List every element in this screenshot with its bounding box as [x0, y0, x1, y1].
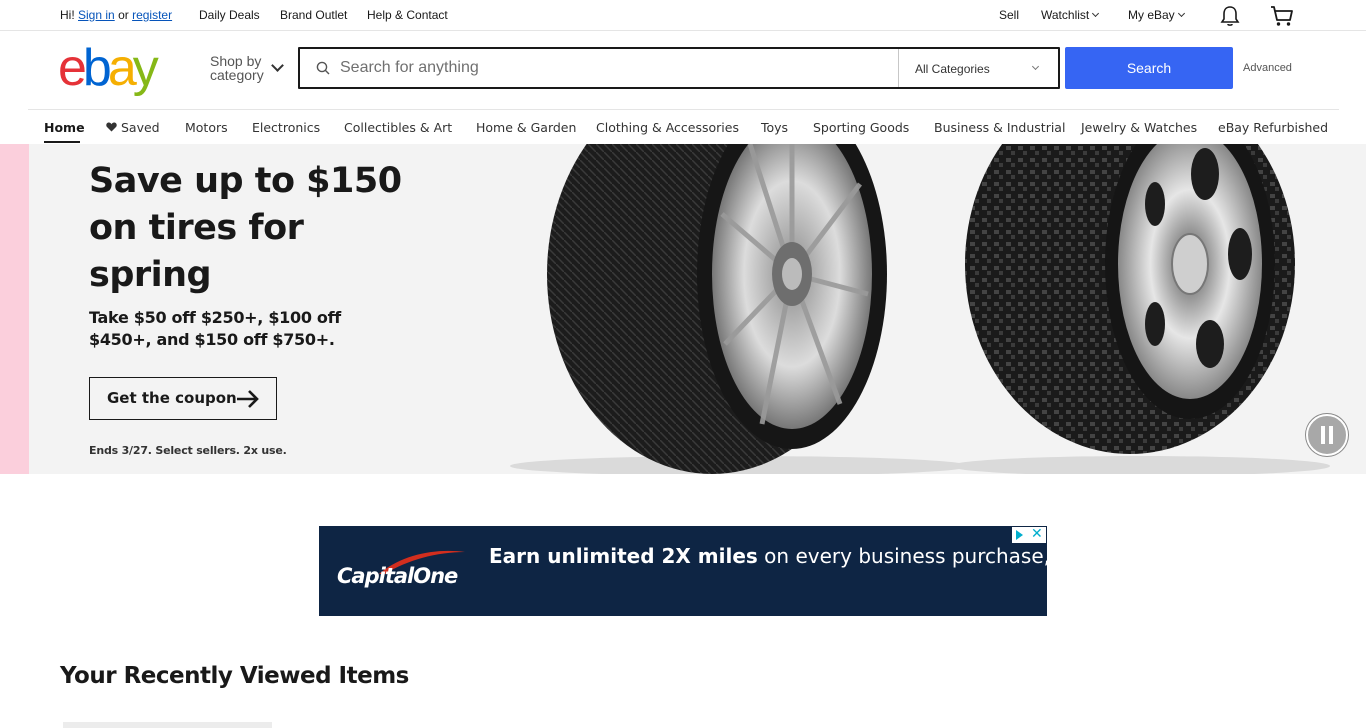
- sell-link[interactable]: Sell: [999, 8, 1019, 22]
- my-ebay-menu[interactable]: My eBay: [1128, 8, 1185, 22]
- nav-item-toys[interactable]: Toys: [761, 120, 788, 135]
- hero-subtitle: Take $50 off $250+, $100 off $450+, and …: [89, 308, 341, 349]
- register-link[interactable]: register: [132, 8, 172, 22]
- nav-item-home-garden[interactable]: Home & Garden: [476, 120, 576, 135]
- adchoices-icon: [1016, 530, 1023, 540]
- close-ad-icon[interactable]: ✕: [1031, 526, 1043, 542]
- nav-item-business-industrial[interactable]: Business & Industrial: [934, 120, 1065, 135]
- logo-letter-b: b: [82, 39, 112, 97]
- search-box: All Categories: [298, 47, 1060, 89]
- get-coupon-label: Get the coupon: [107, 389, 237, 407]
- watchlist-menu[interactable]: Watchlist: [1041, 8, 1100, 22]
- get-coupon-button[interactable]: Get the coupon: [89, 377, 277, 420]
- nav-item-saved[interactable]: Saved: [106, 120, 160, 135]
- heart-icon: [106, 122, 117, 132]
- pause-carousel-button[interactable]: [1306, 414, 1348, 456]
- category-nav: Home Saved Motors Electronics Collectibl…: [28, 109, 1339, 144]
- previous-slide-edge: [0, 144, 29, 474]
- brand-outlet-link[interactable]: Brand Outlet: [280, 8, 347, 22]
- hero-banner[interactable]: Save up to $150 on tires for spring Take…: [0, 144, 1366, 474]
- ad-message: Earn unlimited 2X miles on every busines…: [489, 544, 1047, 568]
- logo-letter-y: y: [132, 39, 159, 97]
- nav-item-sporting-goods[interactable]: Sporting Goods: [813, 120, 909, 135]
- nav-item-electronics[interactable]: Electronics: [252, 120, 320, 135]
- sign-in-link[interactable]: Sign in: [78, 8, 115, 22]
- chevron-down-icon: [271, 59, 284, 72]
- chevron-down-icon: [1031, 62, 1040, 71]
- search-icon: [316, 61, 330, 75]
- cart-icon[interactable]: [1270, 5, 1294, 27]
- help-contact-link[interactable]: Help & Contact: [367, 8, 448, 22]
- capital-one-brand: CapitalOne: [337, 564, 458, 588]
- shop-by-label: Shop by: [210, 53, 262, 69]
- nav-item-jewelry-watches[interactable]: Jewelry & Watches: [1081, 120, 1197, 135]
- or-text: or: [118, 8, 129, 22]
- ad-message-bold: Earn unlimited 2X miles: [489, 544, 758, 568]
- capital-one-ad[interactable]: CapitalOne Earn unlimited 2X miles on ev…: [319, 526, 1047, 616]
- logo-letter-e: e: [58, 39, 87, 97]
- nav-item-clothing[interactable]: Clothing & Accessories: [596, 120, 739, 135]
- advanced-search-link[interactable]: Advanced: [1243, 62, 1292, 74]
- adchoices-badge[interactable]: ✕: [1012, 526, 1046, 543]
- top-bar: Hi! Sign in or register Daily Deals Bran…: [0, 0, 1366, 31]
- category-select-value: All Categories: [915, 62, 990, 76]
- nav-item-collectibles[interactable]: Collectibles & Art: [344, 120, 452, 135]
- daily-deals-link[interactable]: Daily Deals: [199, 8, 260, 22]
- category-label: category: [210, 67, 264, 83]
- recently-viewed-heading: Your Recently Viewed Items: [60, 663, 409, 689]
- nav-item-motors[interactable]: Motors: [185, 120, 228, 135]
- bell-icon[interactable]: [1220, 5, 1240, 27]
- chevron-down-icon: [1177, 9, 1185, 18]
- search-input[interactable]: [340, 49, 895, 87]
- my-ebay-label: My eBay: [1128, 8, 1175, 22]
- greeting-area: Hi! Sign in or register: [60, 8, 172, 22]
- nav-item-ebay-refurbished[interactable]: eBay Refurbished: [1218, 120, 1328, 135]
- watchlist-label: Watchlist: [1041, 8, 1090, 22]
- search-button[interactable]: Search: [1065, 47, 1233, 89]
- hero-fine-print: Ends 3/27. Select sellers. 2x use.: [89, 444, 287, 457]
- shop-by-category-button[interactable]: Shop by category: [210, 54, 264, 82]
- logo-letter-a: a: [107, 39, 137, 97]
- active-tab-indicator: [44, 141, 80, 143]
- ad-message-rest: on every business purchase,: [757, 544, 1047, 568]
- nav-item-saved-label: Saved: [121, 120, 160, 135]
- recent-item-card[interactable]: [63, 722, 272, 728]
- hero-title: Save up to $150 on tires for spring: [89, 161, 402, 295]
- tires-image: [510, 144, 1330, 474]
- chevron-down-icon: [1092, 9, 1100, 18]
- greeting-text: Hi!: [60, 8, 75, 22]
- nav-item-home[interactable]: Home: [44, 120, 85, 135]
- ebay-logo[interactable]: ebay: [58, 39, 159, 97]
- category-select[interactable]: All Categories: [898, 49, 1058, 87]
- arrow-right-icon: [237, 390, 259, 408]
